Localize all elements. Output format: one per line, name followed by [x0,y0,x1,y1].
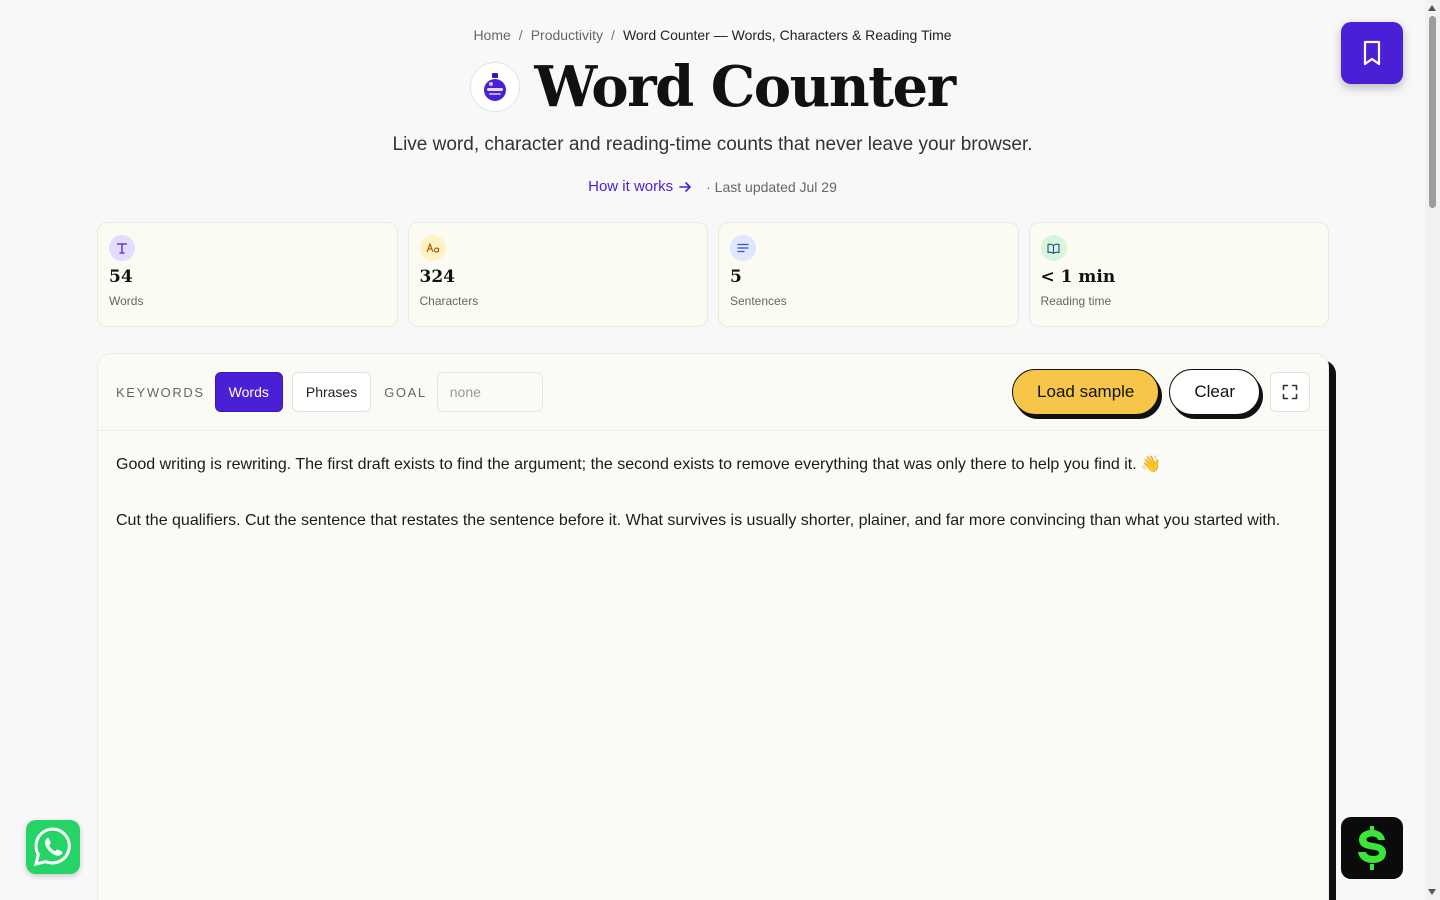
bookmark-button[interactable] [1341,22,1403,84]
text-type-icon [109,235,135,261]
fullscreen-button[interactable] [1270,372,1310,412]
stat-card-sentences: 5 Sentences [718,222,1019,327]
scroll-up-arrow-icon[interactable] [1428,5,1436,11]
load-sample-button[interactable]: Load sample [1012,369,1160,415]
breadcrumb: Home / Productivity / Word Counter — Words, … [0,27,1425,43]
brand-s-logo-icon [1358,826,1386,870]
stat-label: Characters [419,294,479,308]
breadcrumb-separator: / [611,27,615,43]
clear-button[interactable]: Clear [1169,369,1260,415]
keywords-words-button[interactable]: Words [214,372,283,412]
editor-panel: KEYWORDS Words Phrases GOAL Load sample … [97,353,1329,900]
stat-card-reading-time: < 1 min Reading time [1028,222,1329,327]
potion-flask-icon [470,62,521,112]
editor-paragraph: Good writing is rewriting. The first dra… [116,456,1162,473]
goal-label: GOAL [384,384,427,400]
breadcrumb-home-link[interactable]: Home [473,27,510,43]
stat-label: Words [109,294,144,308]
goal-input[interactable] [436,372,543,412]
keywords-label: KEYWORDS [116,384,205,400]
stat-value: 5 [730,267,742,287]
stat-label: Sentences [730,294,787,308]
brand-logo-button[interactable] [1341,817,1403,879]
meta-row: How it works · Last updated Jul 29 [0,178,1425,195]
text-editor[interactable]: Good writing is rewriting. The first dra… [98,431,1328,587]
stat-value: 54 [109,267,133,287]
arrow-right-icon [679,181,691,192]
last-updated: · Last updated Jul 29 [706,178,837,195]
whatsapp-button[interactable] [26,820,80,874]
stat-value: < 1 min [1040,267,1116,287]
stat-card-words: 54 Words [97,222,398,327]
whatsapp-icon [33,827,71,867]
breadcrumb-separator: / [518,27,523,43]
align-lines-icon [730,235,756,261]
editor-toolbar: KEYWORDS Words Phrases GOAL Load sample … [98,354,1328,431]
stats-row: 54 Words 324 Characters 5 Sentences < 1 … [97,222,1329,327]
breadcrumb-category-link[interactable]: Productivity [531,27,603,43]
book-open-icon [1040,235,1067,261]
editor-paragraph: Cut the qualifiers. Cut the sentence tha… [116,512,1281,529]
stat-value: 324 [419,267,456,287]
page-subtitle: Live word, character and reading-time co… [392,134,1033,155]
stat-card-characters: 324 Characters [407,222,708,327]
page-scrollbar[interactable] [1425,0,1440,900]
page-title: Word Counter [534,54,956,120]
font-aa-icon [419,235,446,261]
bookmark-icon [1363,40,1381,66]
breadcrumb-current: Word Counter — Words, Characters & Readi… [622,27,952,43]
fullscreen-icon [1282,384,1298,400]
how-it-works-link[interactable]: How it works [588,178,692,195]
stat-label: Reading time [1040,294,1112,308]
scrollbar-thumb[interactable] [1429,16,1436,208]
scroll-down-arrow-icon[interactable] [1428,889,1436,895]
how-it-works-label: How it works [588,178,674,195]
keywords-phrases-button[interactable]: Phrases [291,372,372,412]
title-row: Word Counter [0,56,1425,118]
